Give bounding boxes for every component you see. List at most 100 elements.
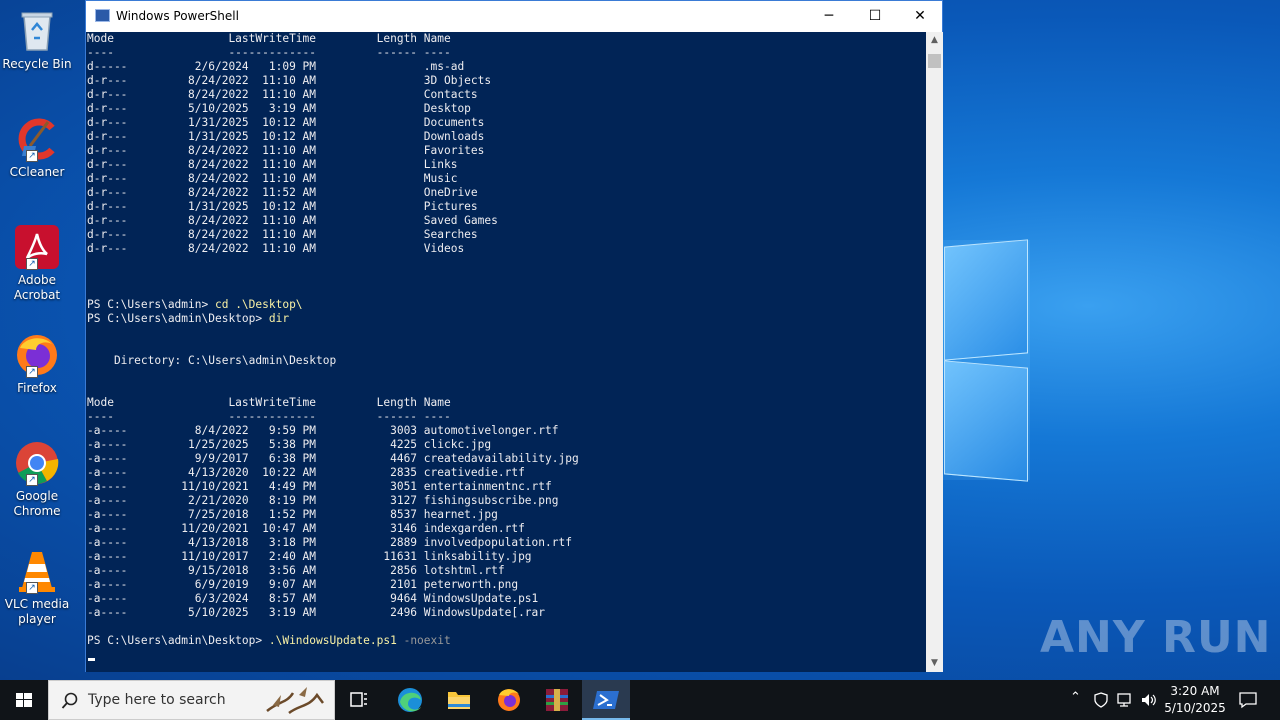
console-line: -a---- 11/10/2021 4:49 PM 3051 entertain…	[87, 480, 552, 493]
taskbar-file-explorer[interactable]	[435, 680, 483, 720]
console-line: -a---- 6/3/2024 8:57 AM 9464 WindowsUpda…	[87, 592, 539, 605]
console-line: Mode LastWriteTime Length Name	[87, 396, 451, 409]
scroll-up-icon[interactable]: ▲	[926, 32, 943, 49]
home-dir-listing: Mode LastWriteTime Length Name ---- ----…	[87, 32, 498, 255]
edge-icon	[398, 688, 422, 712]
console-line: ---- ------------- ------ ----	[87, 46, 451, 59]
windows-start-icon	[16, 693, 32, 707]
maximize-button[interactable]: ☐	[852, 1, 898, 32]
scroll-down-icon[interactable]: ▼	[926, 655, 943, 672]
console-line: -a---- 6/9/2019 9:07 AM 2101 peterworth.…	[87, 578, 519, 591]
start-button[interactable]	[0, 680, 48, 720]
desktop-icon-label: Firefox	[17, 381, 57, 395]
console-line: -a---- 11/20/2021 10:47 AM 3146 indexgar…	[87, 522, 525, 535]
console-line: ---- ------------- ------ ----	[87, 410, 451, 423]
vlc-cone-icon: ↗	[14, 548, 60, 594]
console-line: d-r--- 1/31/2025 10:12 AM Pictures	[87, 200, 478, 213]
title-bar[interactable]: Windows PowerShell ─ ☐ ✕	[86, 1, 942, 32]
console-line: Mode LastWriteTime Length Name	[87, 32, 451, 45]
desktop-dir-listing: Mode LastWriteTime Length Name ---- ----…	[87, 396, 579, 619]
taskbar-powershell[interactable]	[582, 680, 630, 720]
command-run-script: .\WindowsUpdate.ps1	[268, 634, 397, 647]
taskbar-edge[interactable]	[386, 680, 434, 720]
desktop-icon-label: CCleaner	[9, 165, 65, 179]
firefox-icon: ↗	[14, 332, 60, 378]
console-line: d-r--- 8/24/2022 11:10 AM Favorites	[87, 144, 485, 157]
window-title: Windows PowerShell	[116, 9, 239, 23]
close-button[interactable]: ✕	[897, 1, 943, 32]
shortcut-arrow-icon: ↗	[26, 582, 38, 594]
desktop-icon-label: Adobe Acrobat	[13, 273, 61, 302]
task-view-icon	[350, 692, 367, 707]
console-line: d-r--- 8/24/2022 11:10 AM Music	[87, 172, 458, 185]
folder-icon	[448, 692, 470, 709]
command-argument: -noexit	[396, 634, 451, 647]
desktop-icon-label: Google Chrome	[13, 489, 61, 518]
chrome-icon: ↗	[14, 440, 60, 486]
winrar-icon	[546, 689, 568, 711]
adobe-acrobat-icon: ↗	[14, 224, 60, 270]
volume-icon[interactable]	[1140, 692, 1158, 708]
taskbar-clock[interactable]: 3:20 AM 5/10/2025	[1160, 683, 1230, 717]
powershell-window[interactable]: Windows PowerShell ─ ☐ ✕ Mode LastWriteT…	[85, 0, 943, 672]
console-line: d----- 2/6/2024 1:09 PM .ms-ad	[87, 60, 465, 73]
defender-shield-icon[interactable]	[1094, 692, 1108, 708]
powershell-icon	[95, 9, 110, 22]
console-line: -a---- 1/25/2025 5:38 PM 4225 clickc.jpg	[87, 438, 492, 451]
taskbar-winrar[interactable]	[533, 680, 581, 720]
console-line: -a---- 11/10/2017 2:40 AM 11631 linksabi…	[87, 550, 532, 563]
console-line: d-r--- 5/10/2025 3:19 AM Desktop	[87, 102, 471, 115]
console-line: -a---- 9/15/2018 3:56 AM 2856 lotshtml.r…	[87, 564, 505, 577]
powershell-icon	[593, 691, 619, 709]
desktop-icon-google-chrome[interactable]: ↗ Google Chrome	[0, 440, 74, 519]
desktop-icon-recycle-bin[interactable]: Recycle Bin	[0, 8, 74, 72]
clock-time: 3:20 AM	[1170, 684, 1220, 698]
chevron-up-icon[interactable]: ⌃	[1070, 690, 1081, 705]
clock-date: 5/10/2025	[1164, 701, 1226, 715]
console-text: Mode LastWriteTime Length Name ---- ----…	[87, 32, 579, 648]
desktop-icon-label: VLC media player	[4, 597, 70, 626]
ccleaner-icon: ↗	[14, 116, 60, 162]
shortcut-arrow-icon: ↗	[26, 366, 38, 378]
console-line: d-r--- 8/24/2022 11:52 AM OneDrive	[87, 186, 478, 199]
console-line: -a---- 9/9/2017 6:38 PM 4467 createdavai…	[87, 452, 579, 465]
recycle-bin-icon	[14, 8, 60, 54]
notifications-icon[interactable]	[1238, 691, 1258, 709]
console-line: -a---- 8/4/2022 9:59 PM 3003 automotivel…	[87, 424, 559, 437]
system-tray: ⌃	[1068, 680, 1158, 720]
console-line: -a---- 5/10/2025 3:19 AM 2496 WindowsUpd…	[87, 606, 546, 619]
command-dir: dir	[268, 312, 290, 325]
search-placeholder: Type here to search	[88, 692, 226, 708]
taskbar: Type here to search ⌃ 3:20 AM 5/10/2025	[0, 680, 1280, 720]
taskbar-search-box[interactable]: Type here to search	[48, 680, 335, 720]
text-cursor	[88, 658, 95, 661]
scroll-thumb[interactable]	[928, 54, 941, 68]
console-line: d-r--- 8/24/2022 11:10 AM Searches	[87, 228, 478, 241]
wallpaper-logo-pane-bl	[944, 360, 1028, 482]
taskbar-firefox[interactable]	[485, 680, 533, 720]
anyrun-watermark: ANY RUN	[1040, 612, 1272, 663]
desktop-icon-vlc[interactable]: ↗ VLC media player	[0, 548, 74, 627]
console-line: d-r--- 8/24/2022 11:10 AM Videos	[87, 242, 465, 255]
task-view-button[interactable]	[335, 680, 383, 720]
network-icon[interactable]	[1116, 692, 1134, 708]
command-cd: cd .\Desktop\	[214, 298, 303, 311]
console-line: d-r--- 8/24/2022 11:10 AM Links	[87, 158, 458, 171]
shortcut-arrow-icon: ↗	[26, 150, 38, 162]
console-line: -a---- 4/13/2020 10:22 AM 2835 creatived…	[87, 466, 525, 479]
console-line: -a---- 7/25/2018 1:52 PM 8537 hearnet.jp…	[87, 508, 498, 521]
prompt: PS C:\Users\admin>	[87, 298, 215, 311]
vertical-scrollbar[interactable]: ▲ ▼	[926, 32, 943, 672]
desktop-icon-ccleaner[interactable]: ↗ CCleaner	[0, 116, 74, 180]
console-line: -a---- 2/21/2020 8:19 PM 3127 fishingsub…	[87, 494, 559, 507]
wallpaper-logo-pane-tl	[944, 239, 1028, 361]
prompt: PS C:\Users\admin\Desktop>	[87, 312, 269, 325]
minimize-button[interactable]: ─	[806, 1, 852, 32]
directory-header: Directory: C:\Users\admin\Desktop	[87, 354, 337, 367]
desktop-icon-adobe-acrobat[interactable]: ↗ Adobe Acrobat	[0, 224, 74, 303]
shortcut-arrow-icon: ↗	[26, 474, 38, 486]
desktop-icon-firefox[interactable]: ↗ Firefox	[0, 332, 74, 396]
shortcut-arrow-icon: ↗	[26, 258, 38, 270]
console-output[interactable]: Mode LastWriteTime Length Name ---- ----…	[86, 32, 926, 672]
console-line: d-r--- 1/31/2025 10:12 AM Downloads	[87, 130, 485, 143]
